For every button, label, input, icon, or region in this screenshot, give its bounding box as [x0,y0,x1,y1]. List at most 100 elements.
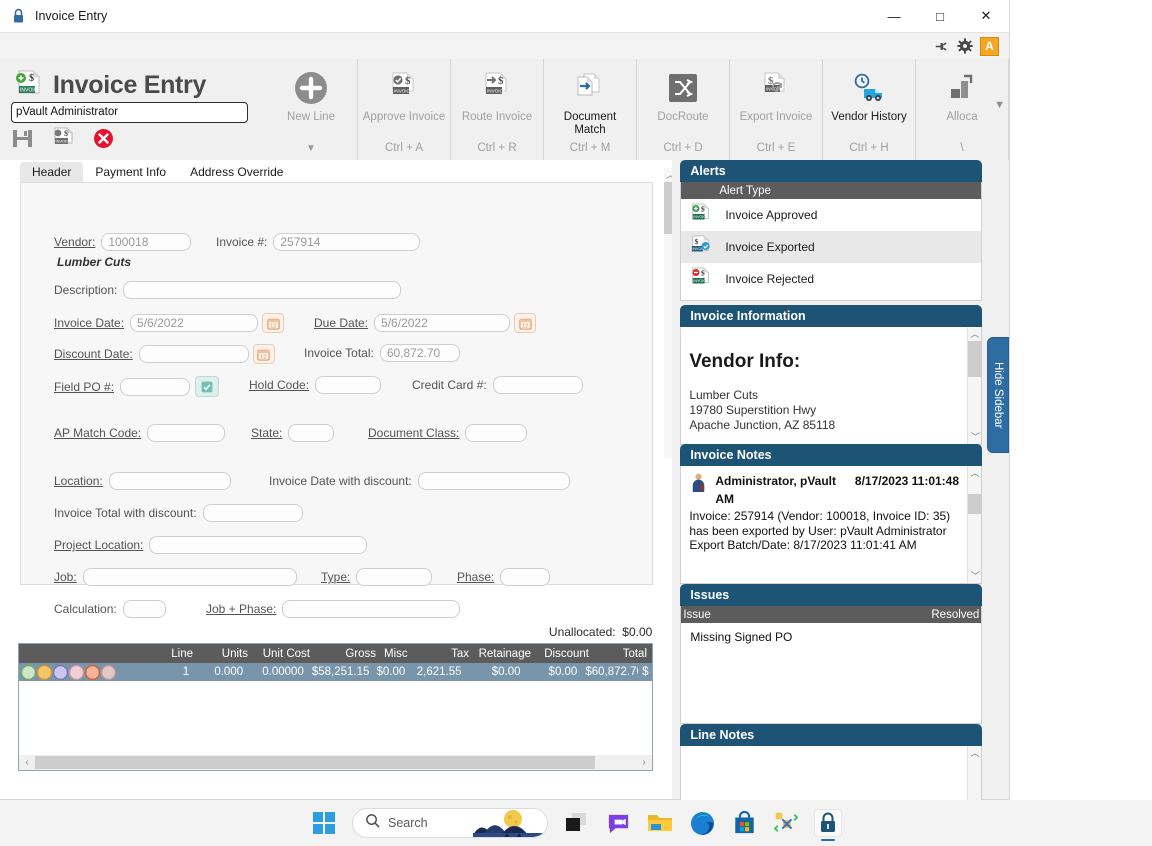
chat-icon[interactable] [604,809,632,837]
add-line-icon[interactable] [21,664,36,680]
widgets-icon[interactable] [772,809,800,837]
invoice-information-scrollbar[interactable]: ︿ ﹀ [967,327,982,444]
due-date-input[interactable]: 5/6/2022 [374,314,511,332]
col-tax[interactable]: Tax [421,648,473,660]
scroll-down-icon[interactable]: ﹀ [968,430,981,444]
refresh-line-icon[interactable] [53,664,68,680]
cancel-icon[interactable] [93,128,114,149]
credit-card-input[interactable] [492,376,583,394]
document-class-input[interactable] [465,424,528,442]
ribbon-new-line[interactable]: New Line ▼ [265,59,358,160]
alert-item-invoice-exported[interactable]: $ INVOICE Invoice Exported [681,231,982,263]
alert-item-invoice-rejected[interactable]: $ INVOICE Invoice Rejected [681,263,981,295]
edge-icon[interactable] [688,809,716,837]
col-gross[interactable]: Gross [314,648,380,660]
scroll-left-icon[interactable]: ‹ [19,757,35,768]
col-resolved[interactable]: Resolved [931,609,979,621]
vendor-input[interactable]: 100018 [101,233,192,251]
save-icon[interactable] [12,128,33,149]
accessibility-icon[interactable]: A [980,36,999,56]
due-date-calendar-icon[interactable]: 12 [514,313,537,333]
col-units[interactable]: Units [197,648,252,660]
description-input[interactable] [123,281,402,299]
field-po-input[interactable] [120,377,191,396]
col-unit-cost[interactable]: Unit Cost [252,648,314,660]
table-row[interactable]: 1 0.000 0.00000 $58,251.15 $0.00 2,621.5… [19,663,652,681]
job-input[interactable] [82,568,297,586]
chevron-down-icon[interactable]: ▼ [265,143,357,154]
line-notes-scrollbar[interactable]: ︿ [967,746,982,805]
help-line-icon[interactable] [101,664,116,680]
scroll-right-icon[interactable]: › [636,757,652,768]
task-view-icon[interactable] [562,809,590,837]
job-phase-input[interactable] [282,600,461,618]
invoice-number-row: Invoice #: 257914 [216,233,421,251]
scroll-up-icon[interactable]: ︿ [968,466,981,480]
scroll-up-icon[interactable]: ︿ [968,327,981,341]
project-location-input[interactable] [149,536,368,554]
discount-date-input[interactable] [138,345,249,363]
ribbon-export-invoice[interactable]: $ INVOICE Export Invoice Ctrl + E [730,59,823,160]
hscrollbar-thumb[interactable] [35,756,595,769]
minimize-button[interactable]: — [871,0,917,32]
scroll-down-icon[interactable]: ﹀ [968,569,981,583]
phase-input[interactable] [500,568,551,586]
col-discount[interactable]: Discount [535,648,593,660]
col-issue[interactable]: Issue [683,609,711,621]
ribbon-document-match[interactable]: Document Match Ctrl + M [544,59,637,160]
invoice-date-calendar-icon[interactable]: 12 [262,313,285,333]
pvault-app-icon[interactable] [814,809,842,841]
type-input[interactable] [356,568,433,586]
invoice-date-input[interactable]: 5/6/2022 [130,314,259,332]
file-explorer-icon[interactable] [646,809,674,837]
invoice-total-discount-input[interactable] [202,504,303,522]
ribbon-approve-invoice[interactable]: $ INVOICE Approve Invoice Ctrl + A [358,59,451,160]
invoice-number-input[interactable]: 257914 [273,233,421,251]
issue-row[interactable]: Missing Signed PO [681,623,981,644]
col-retainage[interactable]: Retainage [473,648,535,660]
ribbon-route-invoice[interactable]: $ INVOICE Route Invoice Ctrl + R [451,59,544,160]
phase-row: Phase: [457,568,551,586]
tab-payment-info[interactable]: Payment Info [83,162,178,182]
field-po-row: Field PO #: [54,376,220,397]
ribbon-docroute[interactable]: DocRoute Ctrl + D [637,59,730,160]
col-misc[interactable]: Misc [380,648,421,660]
copy-line-icon[interactable] [37,664,52,680]
ribbon-vendor-history[interactable]: Vendor History Ctrl + H [823,59,916,160]
location-input[interactable] [108,472,231,490]
tab-address-override[interactable]: Address Override [178,162,295,182]
pin-icon[interactable] [932,38,949,55]
maximize-button[interactable]: □ [917,0,963,32]
invoice-date-discount-input[interactable] [417,472,570,490]
scrollbar-thumb[interactable] [968,494,982,514]
dollar-line-icon[interactable] [69,664,84,680]
hold-code-input[interactable] [315,376,382,394]
hide-sidebar-button[interactable]: Hide Sidebar [987,337,1009,453]
store-icon[interactable] [730,809,758,837]
alert-item-invoice-approved[interactable]: $ INVOICE Invoice Approved [681,199,981,231]
start-icon[interactable] [310,809,338,837]
credit-card-row: Credit Card #: [412,376,583,394]
col-total[interactable]: Total [593,648,651,660]
search-input[interactable]: Search [352,808,548,838]
close-button[interactable]: ✕ [963,0,1009,32]
user-field[interactable]: pVault Administrator [11,102,248,123]
gear-icon[interactable] [956,38,973,55]
invoice-notes-scrollbar[interactable]: ︿ ﹀ [967,466,982,583]
calculation-input[interactable] [122,600,166,618]
ap-match-code-input[interactable] [147,424,226,442]
col-line[interactable]: Line [147,648,197,660]
ribbon-overflow-icon[interactable]: ▼ [994,99,1005,111]
field-po-lookup-icon[interactable] [195,376,220,397]
invoice-total-input[interactable]: 60,872.70 [379,344,460,362]
discount-date-calendar-icon[interactable]: 12 [252,344,275,364]
tab-header[interactable]: Header [20,162,84,182]
scrollbar-thumb[interactable] [968,341,982,377]
ribbon-options-strip: A [0,32,1009,59]
grid-horizontal-scrollbar[interactable]: ‹ › [19,755,652,770]
invoice-icon[interactable]: $ INVOICE [51,127,75,149]
state-input[interactable] [288,424,335,442]
description-row: Description: [54,281,402,299]
scroll-up-icon[interactable]: ︿ [968,746,981,760]
delete-line-icon[interactable] [85,664,100,680]
